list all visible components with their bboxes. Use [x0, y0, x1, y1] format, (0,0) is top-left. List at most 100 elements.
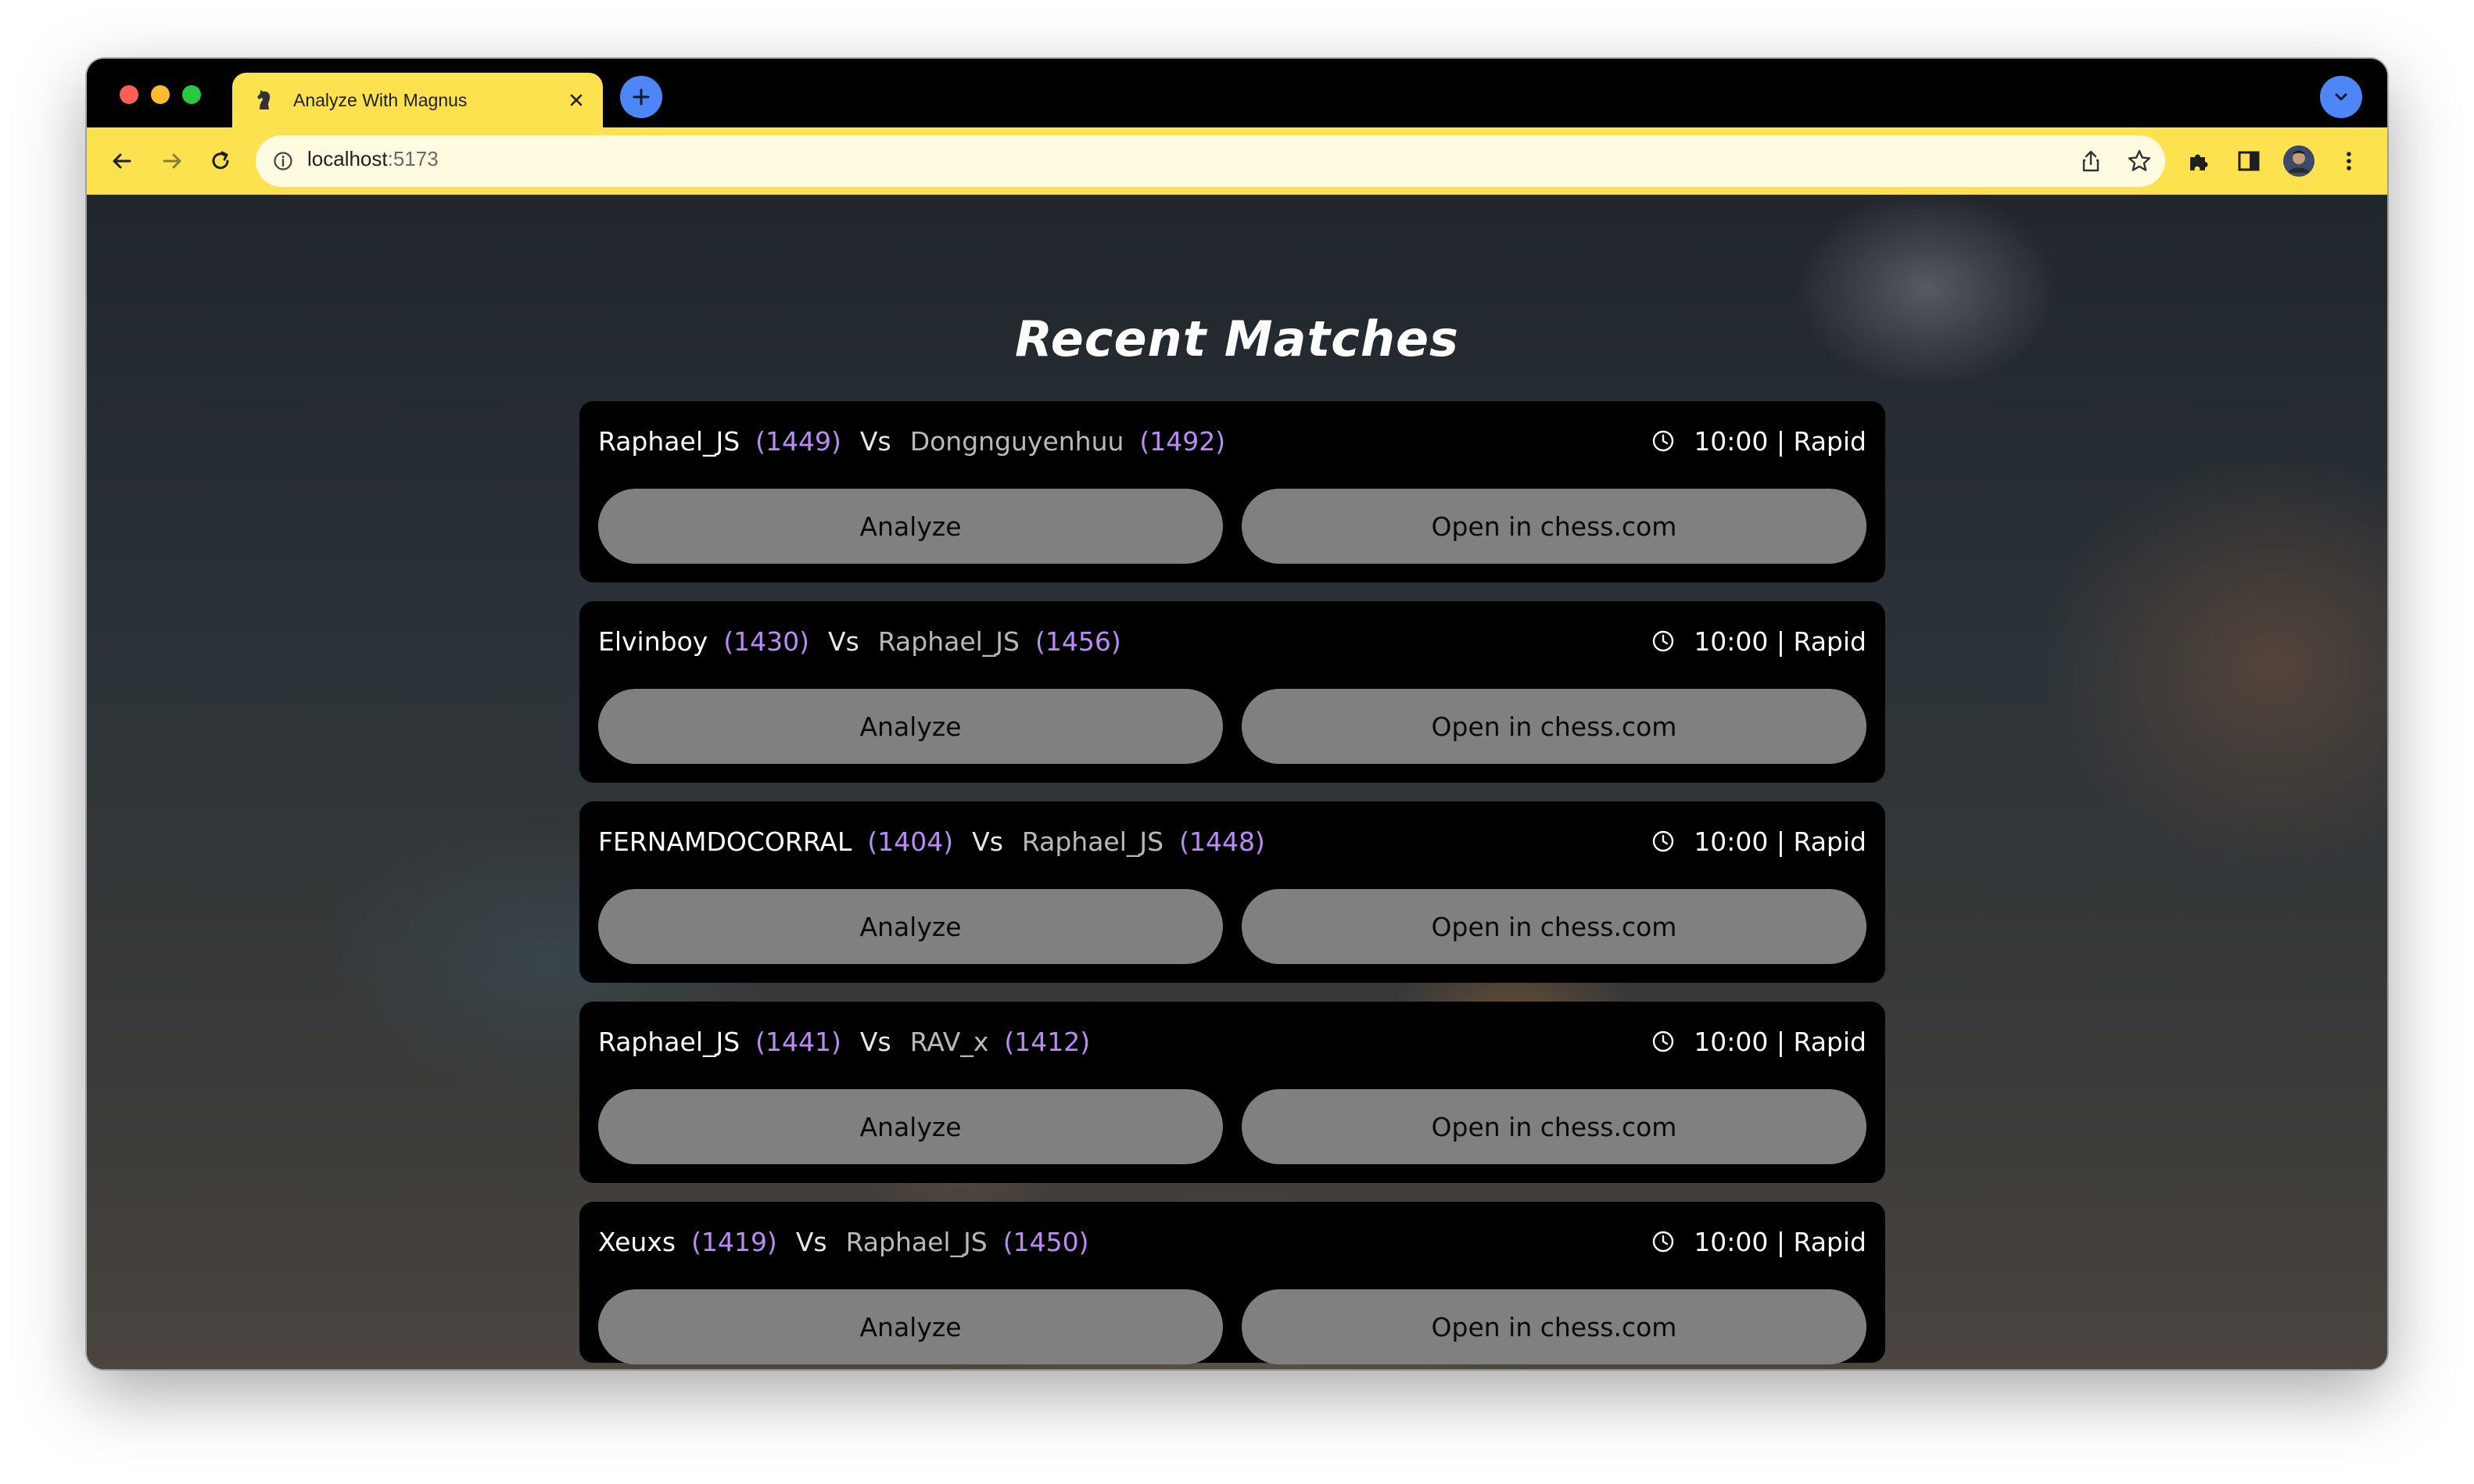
site-info-icon[interactable] — [271, 149, 295, 173]
analyze-button[interactable]: Analyze — [598, 889, 1223, 964]
time-control: 10:00 | Rapid — [1650, 826, 1866, 857]
white-player-rating: (1449) — [755, 425, 841, 457]
open-in-chess-com-button[interactable]: Open in chess.com — [1242, 689, 1866, 764]
page-title: Recent Matches — [1015, 310, 1459, 367]
analyze-button[interactable]: Analyze — [598, 1089, 1223, 1164]
match-header: Xeuxs (1419) Vs Raphael_JS (1450) 10:00 … — [598, 1222, 1866, 1261]
url-text: localhost:5173 — [307, 147, 439, 171]
black-player-rating: (1448) — [1179, 826, 1265, 857]
time-control-text: 10:00 | Rapid — [1694, 1026, 1866, 1057]
clock-icon — [1650, 1228, 1676, 1255]
black-player-rating: (1456) — [1035, 626, 1121, 657]
tab-search-button[interactable] — [2320, 76, 2362, 118]
vs-label: Vs — [795, 1226, 827, 1257]
time-control-text: 10:00 | Rapid — [1694, 1226, 1866, 1257]
match-actions: Analyze Open in chess.com — [598, 889, 1866, 964]
white-player-rating: (1404) — [867, 826, 954, 857]
close-tab-icon[interactable] — [565, 89, 587, 111]
white-player-name: Elvinboy — [598, 626, 708, 657]
time-control: 10:00 | Rapid — [1650, 626, 1866, 657]
forward-button[interactable] — [154, 143, 190, 179]
match-card: Xeuxs (1419) Vs Raphael_JS (1450) 10:00 … — [579, 1202, 1885, 1364]
clock-icon — [1650, 1028, 1676, 1055]
clock-icon — [1650, 428, 1676, 454]
matches-list: Raphael_JS (1449) Vs Dongnguyenhuu (1492… — [579, 401, 1885, 1369]
url-port: :5173 — [387, 147, 439, 170]
match-actions: Analyze Open in chess.com — [598, 689, 1866, 764]
extensions-button[interactable] — [2181, 143, 2217, 179]
kebab-menu-icon — [2347, 152, 2351, 170]
time-control: 10:00 | Rapid — [1650, 1027, 1866, 1057]
match-actions: Analyze Open in chess.com — [598, 489, 1866, 564]
time-control-text: 10:00 | Rapid — [1694, 425, 1866, 457]
open-in-chess-com-button[interactable]: Open in chess.com — [1242, 1289, 1866, 1364]
match-card: Raphael_JS (1449) Vs Dongnguyenhuu (1492… — [579, 401, 1885, 582]
black-player-name: RAV_x — [909, 1026, 989, 1057]
black-player-name: Raphael_JS — [1021, 826, 1164, 857]
time-control-text: 10:00 | Rapid — [1694, 826, 1866, 857]
match-header: Raphael_JS (1441) Vs RAV_x (1412) 10:00 … — [598, 1022, 1866, 1061]
white-player-name: Xeuxs — [598, 1226, 676, 1257]
analyze-button[interactable]: Analyze — [598, 689, 1223, 764]
chevron-down-icon — [2335, 93, 2347, 101]
match-card: Elvinboy (1430) Vs Raphael_JS (1456) 10:… — [579, 601, 1885, 783]
side-panel-button[interactable] — [2231, 143, 2267, 179]
browser-menu-button[interactable] — [2331, 143, 2367, 179]
chess-knight-icon — [253, 88, 276, 112]
clock-icon — [1650, 628, 1676, 654]
match-actions: Analyze Open in chess.com — [598, 1289, 1866, 1364]
arrow-left-icon — [113, 153, 131, 169]
profile-avatar[interactable] — [2281, 143, 2317, 179]
white-player-name: Raphael_JS — [598, 1026, 740, 1057]
match-card: FERNAMDOCORRAL (1404) Vs Raphael_JS (144… — [579, 801, 1885, 983]
white-player-rating: (1419) — [691, 1226, 777, 1257]
bookmark-star-icon[interactable] — [2126, 148, 2153, 174]
side-panel-icon — [2238, 151, 2260, 171]
browser-tab[interactable]: Analyze With Magnus — [232, 73, 603, 127]
page-content: Recent Matches Raphael_JS (1449) Vs Dong… — [87, 195, 2387, 1369]
time-control: 10:00 | Rapid — [1650, 1227, 1866, 1257]
white-player-rating: (1430) — [723, 626, 810, 657]
minimize-window-button[interactable] — [151, 85, 170, 104]
vs-label: Vs — [828, 626, 859, 657]
black-player-name: Raphael_JS — [877, 626, 1020, 657]
new-tab-button[interactable] — [620, 76, 662, 118]
reload-button[interactable] — [203, 143, 238, 179]
avatar-icon — [2283, 145, 2314, 177]
black-player-rating: (1450) — [1002, 1226, 1089, 1257]
open-in-chess-com-button[interactable]: Open in chess.com — [1242, 1089, 1866, 1164]
match-header: Elvinboy (1430) Vs Raphael_JS (1456) 10:… — [598, 622, 1866, 661]
address-bar[interactable]: localhost:5173 — [256, 135, 2165, 187]
browser-toolbar: localhost:5173 — [87, 127, 2387, 263]
black-player-name: Raphael_JS — [845, 1226, 988, 1257]
match-header: FERNAMDOCORRAL (1404) Vs Raphael_JS (144… — [598, 822, 1866, 861]
open-in-chess-com-button[interactable]: Open in chess.com — [1242, 889, 1866, 964]
arrow-right-icon — [163, 153, 181, 169]
puzzle-icon — [2190, 154, 2208, 170]
time-control-text: 10:00 | Rapid — [1694, 626, 1866, 657]
match-actions: Analyze Open in chess.com — [598, 1089, 1866, 1164]
white-player-name: Raphael_JS — [598, 425, 740, 457]
url-host: localhost — [307, 147, 388, 170]
white-player-rating: (1441) — [755, 1026, 841, 1057]
close-window-button[interactable] — [120, 85, 138, 104]
black-player-rating: (1412) — [1004, 1026, 1091, 1057]
match-card: Raphael_JS (1441) Vs RAV_x (1412) 10:00 … — [579, 1002, 1885, 1183]
time-control: 10:00 | Rapid — [1650, 426, 1866, 457]
analyze-button[interactable]: Analyze — [598, 1289, 1223, 1364]
black-player-rating: (1492) — [1139, 425, 1226, 457]
black-player-name: Dongnguyenhuu — [909, 425, 1124, 457]
tab-strip: Analyze With Magnus — [87, 59, 2387, 127]
plus-icon — [633, 88, 650, 106]
open-in-chess-com-button[interactable]: Open in chess.com — [1242, 489, 1866, 564]
analyze-button[interactable]: Analyze — [598, 489, 1223, 564]
reload-icon — [212, 151, 229, 170]
back-button[interactable] — [104, 143, 140, 179]
tab-title: Analyze With Magnus — [293, 89, 468, 110]
browser-window: Analyze With Magnus localhost:5173 Recen… — [87, 59, 2387, 1369]
clock-icon — [1650, 828, 1676, 855]
zoom-window-button[interactable] — [182, 85, 201, 104]
white-player-name: FERNAMDOCORRAL — [598, 826, 852, 857]
vs-label: Vs — [972, 826, 1003, 857]
share-icon[interactable] — [2078, 148, 2104, 174]
